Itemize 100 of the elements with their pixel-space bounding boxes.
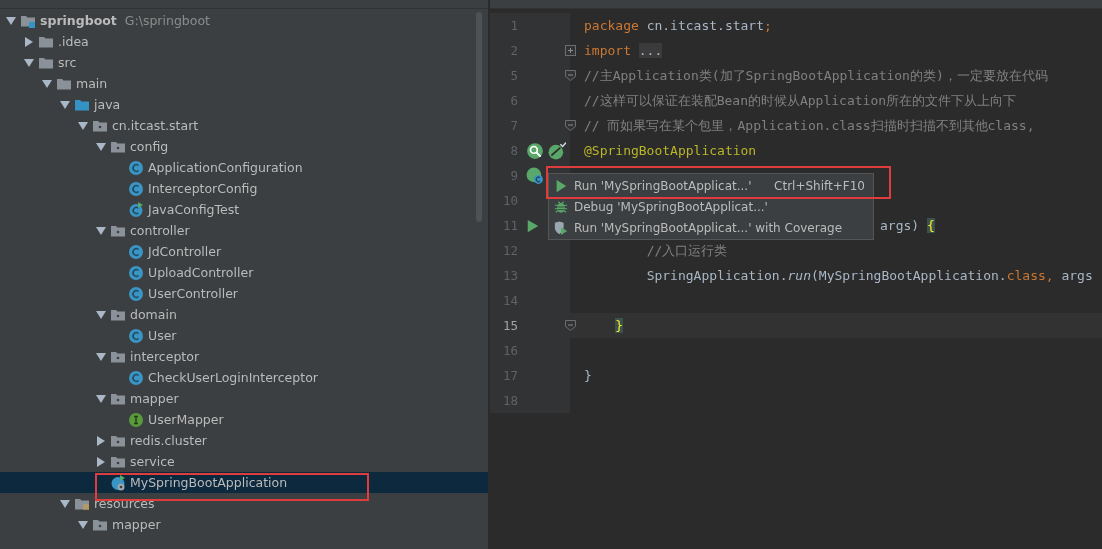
tree-row[interactable]: cn.itcast.start xyxy=(0,115,488,136)
tree-row[interactable]: springboot G:\springboot xyxy=(0,10,488,31)
fold-minus-icon[interactable] xyxy=(565,320,576,331)
tree-row[interactable]: UserController xyxy=(0,283,488,304)
code-text: // 而如果写在某个包里，Application.class扫描时扫描不到其他class, xyxy=(584,116,1035,135)
boot-class-icon xyxy=(110,474,126,491)
interface-icon xyxy=(128,411,144,428)
tree-row[interactable]: UploadController xyxy=(0,262,488,283)
code-text: (MySpringBootApplication. xyxy=(811,268,1007,283)
collapse-arrow-icon[interactable] xyxy=(96,225,106,236)
collapse-arrow-icon[interactable] xyxy=(78,120,88,131)
code-text: SpringApplication. xyxy=(646,268,788,283)
tree-item-label: resources xyxy=(94,496,155,511)
runnable-class-icon xyxy=(128,201,144,218)
code-text: run xyxy=(787,268,811,283)
tree-item-label: User xyxy=(148,328,177,343)
tree-item-label: mapper xyxy=(130,391,179,406)
class-icon xyxy=(128,285,144,302)
code-text: @SpringBootApplication xyxy=(584,143,757,158)
tree-row[interactable]: java xyxy=(0,94,488,115)
collapse-arrow-icon[interactable] xyxy=(78,519,88,530)
collapse-arrow-icon[interactable] xyxy=(96,141,106,152)
menu-item[interactable]: Debug 'MySpringBootApplicat...' xyxy=(549,196,873,217)
tree-item-label: config xyxy=(130,139,169,154)
tree-row[interactable]: JavaConfigTest xyxy=(0,199,488,220)
fold-minus-icon[interactable] xyxy=(565,120,576,131)
code-text: { xyxy=(926,218,935,233)
tree-item-label: redis.cluster xyxy=(130,433,207,448)
tree-item-label: UploadController xyxy=(148,265,254,280)
tree-item-label: JdController xyxy=(148,244,222,259)
class-icon xyxy=(128,159,144,176)
tree-row[interactable]: resources xyxy=(0,493,488,514)
code-text: } xyxy=(584,368,592,383)
bean-search-icon[interactable] xyxy=(526,141,544,160)
tree-row[interactable]: controller xyxy=(0,220,488,241)
tree-row[interactable]: MySpringBootApplication xyxy=(0,472,488,493)
expand-arrow-icon[interactable] xyxy=(96,456,106,467)
tree-row[interactable]: UserMapper xyxy=(0,409,488,430)
class-icon xyxy=(128,327,144,344)
tree-row[interactable]: interceptor xyxy=(0,346,488,367)
project-path: G:\springboot xyxy=(124,13,210,28)
tree-item-label: cn.itcast.start xyxy=(112,118,199,133)
tree-item-label: .idea xyxy=(58,34,89,49)
tree-row[interactable]: User xyxy=(0,325,488,346)
code-text: ... xyxy=(638,43,663,58)
tree-item-label: MySpringBootApplication xyxy=(130,475,288,490)
collapse-arrow-icon[interactable] xyxy=(60,99,70,110)
tree-item-label: UserController xyxy=(148,286,238,301)
collapse-arrow-icon[interactable] xyxy=(60,498,70,509)
code-text: //入口运行类 xyxy=(646,241,728,260)
fold-minus-icon[interactable] xyxy=(565,70,576,81)
tree-item-label: domain xyxy=(130,307,177,322)
code-text: cn.itcast.start xyxy=(646,18,765,33)
menu-item[interactable]: Run 'MySpringBootApplicat...' with Coverage xyxy=(549,217,873,238)
tree-item-label: InterceptorConfig xyxy=(148,181,258,196)
tree-row[interactable]: src xyxy=(0,52,488,73)
tree-item-label: JavaConfigTest xyxy=(148,202,240,217)
tree-item-label: UserMapper xyxy=(148,412,224,427)
shield-run-icon xyxy=(554,220,568,235)
line-number: 15 xyxy=(501,318,518,333)
code-text: import xyxy=(584,43,631,58)
tree-row[interactable]: InterceptorConfig xyxy=(0,178,488,199)
collapse-arrow-icon[interactable] xyxy=(96,393,106,404)
tree-item-label: service xyxy=(130,454,175,469)
code-text: args xyxy=(1061,268,1093,283)
tree-row[interactable]: domain xyxy=(0,304,488,325)
tree-item-label: java xyxy=(94,97,121,112)
leaf-check-icon[interactable] xyxy=(548,141,566,160)
code-text: ; xyxy=(764,18,772,33)
tree-row[interactable]: redis.cluster xyxy=(0,430,488,451)
tree-item-label: springboot xyxy=(40,13,117,28)
expand-arrow-icon[interactable] xyxy=(24,36,34,47)
tree-row[interactable]: mapper xyxy=(0,388,488,409)
expand-arrow-icon[interactable] xyxy=(96,435,106,446)
collapse-arrow-icon[interactable] xyxy=(96,351,106,362)
tree-item-label: main xyxy=(76,76,108,91)
tree-row[interactable]: ApplicationConfiguration xyxy=(0,157,488,178)
tree-row[interactable]: .idea xyxy=(0,31,488,52)
tree-item-label: ApplicationConfiguration xyxy=(148,160,303,175)
collapse-arrow-icon[interactable] xyxy=(42,78,52,89)
tree-item-label: CheckUserLoginInterceptor xyxy=(148,370,318,385)
menu-item[interactable]: Run 'MySpringBootApplicat...' Ctrl+Shift+F10 xyxy=(549,175,873,196)
run-icon xyxy=(554,178,568,193)
tree-row[interactable]: CheckUserLoginInterceptor xyxy=(0,367,488,388)
run-icon[interactable] xyxy=(526,217,540,234)
tree-row[interactable]: config xyxy=(0,136,488,157)
collapse-arrow-icon[interactable] xyxy=(24,57,34,68)
tree-row[interactable]: mapper xyxy=(0,514,488,535)
tree-item-label: interceptor xyxy=(130,349,200,364)
fold-plus-icon[interactable] xyxy=(565,45,576,56)
bean-icon[interactable] xyxy=(526,166,544,185)
tree-row[interactable]: service xyxy=(0,451,488,472)
tree-row[interactable]: JdController xyxy=(0,241,488,262)
class-icon xyxy=(128,243,144,260)
bug-icon xyxy=(554,199,568,214)
collapse-arrow-icon[interactable] xyxy=(6,15,16,26)
collapse-arrow-icon[interactable] xyxy=(96,309,106,320)
code-text: class, xyxy=(1006,268,1054,283)
tree-row[interactable]: main xyxy=(0,73,488,94)
code-text: //这样可以保证在装配Bean的时候从Application所在的文件下从上向下 xyxy=(584,91,1017,110)
